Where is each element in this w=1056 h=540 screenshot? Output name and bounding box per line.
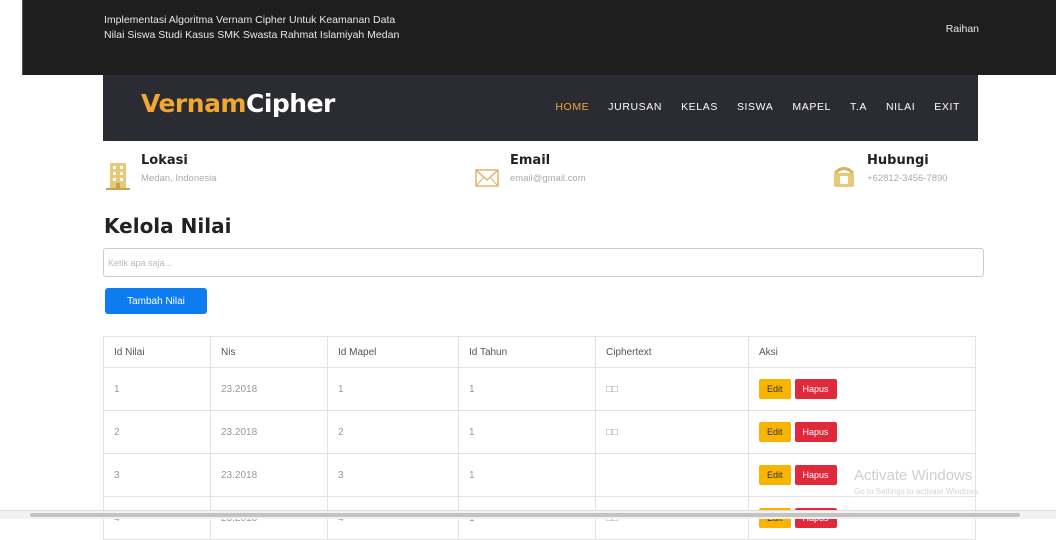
- watermark-line1: Activate Windows: [854, 467, 973, 484]
- watermark-line2: Go to Settings to activate Windows.: [854, 487, 981, 496]
- info-hubungi: Hubungi +62812-3456-7890: [831, 153, 948, 191]
- table-row: 3 23.2018 3 1 Edit Hapus: [103, 453, 976, 497]
- table-row: 1 23.2018 1 1 □□ Edit Hapus: [103, 367, 976, 411]
- nav-menu: HOME JURUSAN KELAS SISWA MAPEL T.A NILAI…: [555, 101, 960, 113]
- hubungi-label: Hubungi: [867, 153, 929, 168]
- cell-nis: 23.2018: [210, 410, 328, 454]
- delete-button[interactable]: Hapus: [794, 422, 837, 442]
- col-id-mapel: Id Mapel: [327, 336, 459, 368]
- col-aksi: Aksi: [748, 336, 976, 368]
- cell-nis: 23.2018: [210, 367, 328, 411]
- cell-id-tahun: 1: [458, 367, 596, 411]
- info-lokasi: Lokasi Medan, Indonesia: [105, 153, 217, 191]
- cell-id-mapel: 2: [327, 410, 459, 454]
- cell-nis: 23.2018: [210, 453, 328, 497]
- site-title: Implementasi Algoritma Vernam Cipher Unt…: [104, 13, 399, 43]
- col-id-nilai: Id Nilai: [103, 336, 211, 368]
- nav-home[interactable]: HOME: [555, 101, 589, 113]
- cell-aksi: EditHapus: [748, 367, 976, 411]
- brand-part1: Vernam: [141, 89, 246, 118]
- cell-id-tahun: 1: [458, 410, 596, 454]
- username[interactable]: Raihan: [946, 23, 979, 35]
- table-header-row: Id Nilai Nis Id Mapel Id Tahun Ciphertex…: [103, 336, 976, 368]
- cell-id-mapel: 1: [327, 367, 459, 411]
- site-title-line2: Nilai Siswa Studi Kasus SMK Swasta Rahma…: [104, 29, 400, 41]
- main-navbar: VernamCipher HOME JURUSAN KELAS SISWA MA…: [103, 75, 978, 141]
- cell-id-nilai: 1: [103, 367, 211, 411]
- table-row: 2 23.2018 2 1 □□ Edit Hapus: [103, 410, 976, 454]
- cell-id-nilai: 3: [103, 453, 211, 497]
- site-title-line1: Implementasi Algoritma Vernam Cipher Unt…: [104, 14, 396, 26]
- delete-button[interactable]: Hapus: [794, 465, 837, 485]
- cell-ciphertext: □□: [595, 410, 749, 454]
- info-email: Email email@gmail.com: [474, 153, 586, 191]
- cell-ciphertext: □□: [595, 367, 749, 411]
- top-header: Implementasi Algoritma Vernam Cipher Unt…: [22, 0, 1056, 75]
- edit-button[interactable]: Edit: [759, 465, 791, 485]
- nav-jurusan[interactable]: JURUSAN: [608, 101, 662, 113]
- add-nilai-button[interactable]: Tambah Nilai: [105, 288, 207, 314]
- lokasi-label: Lokasi: [141, 153, 188, 168]
- cell-ciphertext: [595, 453, 749, 497]
- page-title: Kelola Nilai: [104, 214, 232, 238]
- nav-mapel[interactable]: MAPEL: [792, 101, 831, 113]
- building-icon: [106, 163, 130, 190]
- windows-activation-watermark: Activate Windows Go to Settings to activ…: [854, 467, 980, 496]
- brand-part2: Cipher: [245, 89, 335, 118]
- envelope-icon: [475, 169, 499, 187]
- col-nis: Nis: [210, 336, 328, 368]
- email-label: Email: [510, 153, 551, 168]
- brand-logo[interactable]: VernamCipher: [141, 89, 335, 118]
- cell-id-tahun: 1: [458, 453, 596, 497]
- cell-aksi: EditHapus: [748, 410, 976, 454]
- cell-id-nilai: 2: [103, 410, 211, 454]
- edit-button[interactable]: Edit: [759, 379, 791, 399]
- nav-kelas[interactable]: KELAS: [681, 101, 718, 113]
- nav-ta[interactable]: T.A: [850, 101, 867, 113]
- col-id-tahun: Id Tahun: [458, 336, 596, 368]
- cell-id-mapel: 3: [327, 453, 459, 497]
- delete-button[interactable]: Hapus: [794, 379, 837, 399]
- scrollbar-thumb[interactable]: [30, 513, 1020, 517]
- lokasi-value: Medan, Indonesia: [141, 173, 217, 184]
- nav-exit[interactable]: EXIT: [934, 101, 960, 113]
- edit-button[interactable]: Edit: [759, 422, 791, 442]
- nav-siswa[interactable]: SISWA: [737, 101, 773, 113]
- hubungi-value: +62812-3456-7890: [867, 173, 948, 184]
- email-value: email@gmail.com: [510, 173, 586, 184]
- nav-nilai[interactable]: NILAI: [886, 101, 915, 113]
- search-input[interactable]: [103, 248, 984, 277]
- phone-icon: [833, 167, 855, 187]
- col-ciphertext: Ciphertext: [595, 336, 749, 368]
